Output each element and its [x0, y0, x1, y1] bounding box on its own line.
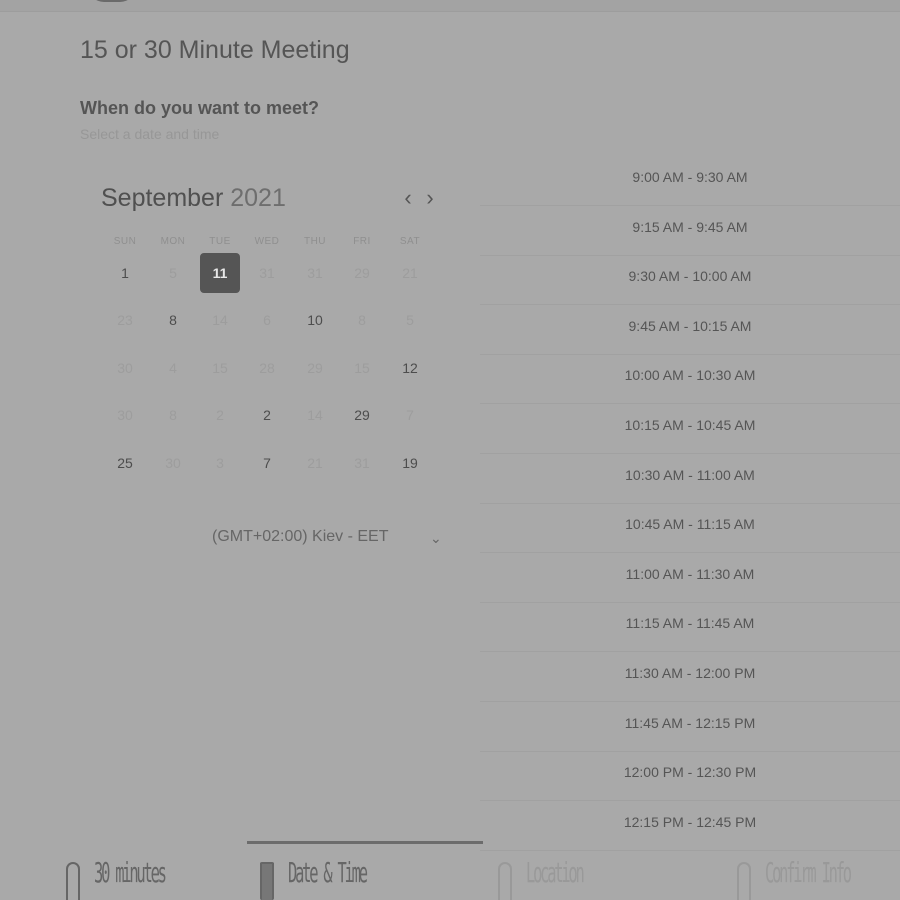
calendar-day: 21 [402, 265, 418, 281]
section-subtitle: Select a date and time [80, 126, 220, 142]
time-slot[interactable]: 10:00 AM - 10:30 AM [480, 351, 900, 399]
time-slot[interactable]: 10:45 AM - 11:15 AM [480, 500, 900, 548]
step-label[interactable]: Location [526, 856, 585, 900]
time-slot[interactable]: 11:30 AM - 12:00 PM [480, 649, 900, 697]
calendar-day[interactable]: 2 [247, 395, 287, 435]
weekday-label: THU [303, 236, 327, 247]
calendar-month: September [101, 184, 224, 212]
avatar [88, 0, 136, 2]
calendar-day[interactable]: 8 [153, 300, 193, 340]
calendar-day: 14 [307, 407, 323, 423]
time-slot[interactable]: 10:30 AM - 11:00 AM [480, 451, 900, 499]
chevron-down-icon[interactable]: ⌄ [430, 530, 442, 547]
calendar-day[interactable]: 10 [295, 300, 335, 340]
time-slot[interactable]: 9:45 AM - 10:15 AM [480, 302, 900, 350]
calendar-day: 14 [212, 312, 228, 328]
time-slot[interactable]: 12:15 PM - 12:45 PM [480, 798, 900, 846]
slot-divider [480, 849, 900, 851]
page-title: 15 or 30 Minute Meeting [80, 36, 350, 64]
weekday-label: SUN [113, 236, 137, 247]
calendar-day: 23 [117, 312, 133, 328]
calendar-day: 2 [216, 407, 224, 423]
calendar-day: 21 [307, 455, 323, 471]
time-slot[interactable]: 11:15 AM - 11:45 AM [480, 599, 900, 647]
time-slot[interactable]: 11:00 AM - 11:30 AM [480, 550, 900, 598]
time-slot[interactable]: 9:00 AM - 9:30 AM [480, 153, 900, 201]
calendar-day: 28 [259, 360, 275, 376]
calendar-year: 2021 [230, 184, 286, 212]
time-slot[interactable]: 11:45 AM - 12:15 PM [480, 699, 900, 747]
location-icon [498, 862, 512, 900]
time-slot[interactable]: 12:00 PM - 12:30 PM [480, 748, 900, 796]
step-label[interactable]: Confirm Info [765, 856, 852, 900]
calendar-day: 30 [165, 455, 181, 471]
next-month-button[interactable]: › [421, 186, 439, 210]
calendar-day: 5 [169, 265, 177, 281]
calendar-day-selected[interactable]: 11 [200, 253, 240, 293]
timezone-select[interactable]: (GMT+02:00) Kiev - EET [212, 528, 389, 546]
prev-month-button[interactable]: ‹ [399, 186, 417, 210]
calendar-month-year: September 2021 [101, 184, 286, 213]
checkbox-icon [737, 862, 751, 900]
calendar-day: 15 [212, 360, 228, 376]
weekday-label: MON [160, 236, 186, 247]
calendar-day: 31 [259, 265, 275, 281]
weekday-label: FRI [353, 236, 371, 247]
step-label[interactable]: Date & Time [288, 856, 368, 900]
chevron-left-icon: ‹ [404, 185, 412, 210]
calendar-day[interactable]: 7 [247, 443, 287, 483]
calendar-day: 3 [216, 455, 224, 471]
calendar-day: 4 [169, 360, 177, 376]
calendar-day: 6 [263, 312, 271, 328]
calendar-day[interactable]: 19 [390, 443, 430, 483]
weekday-label: TUE [209, 236, 231, 247]
calendar-day: 30 [117, 360, 133, 376]
clock-icon [66, 862, 80, 900]
calendar-day[interactable]: 29 [342, 395, 382, 435]
calendar-day[interactable]: 1 [105, 253, 145, 293]
weekday-label: SAT [399, 236, 421, 247]
calendar-day: 30 [117, 407, 133, 423]
calendar-day: 8 [358, 312, 366, 328]
calendar-day: 29 [354, 265, 370, 281]
calendar-day[interactable]: 25 [105, 443, 145, 483]
calendar-day: 7 [406, 407, 414, 423]
time-slot[interactable]: 10:15 AM - 10:45 AM [480, 401, 900, 449]
calendar-day: 5 [406, 312, 414, 328]
time-slot[interactable]: 9:30 AM - 10:00 AM [480, 252, 900, 300]
step-label[interactable]: 30 minutes [94, 856, 167, 900]
section-heading: When do you want to meet? [80, 98, 319, 118]
weekday-label: WED [254, 236, 280, 247]
top-bar [0, 0, 900, 12]
calendar-day[interactable]: 12 [390, 348, 430, 388]
step-progress-indicator [247, 841, 483, 844]
time-slot[interactable]: 9:15 AM - 9:45 AM [480, 203, 900, 251]
chevron-right-icon: › [426, 185, 434, 210]
calendar-day: 29 [307, 360, 323, 376]
calendar-day: 31 [354, 455, 370, 471]
calendar-day: 8 [169, 407, 177, 423]
calendar-day: 31 [307, 265, 323, 281]
calendar-day: 15 [354, 360, 370, 376]
calendar-icon [260, 862, 274, 900]
